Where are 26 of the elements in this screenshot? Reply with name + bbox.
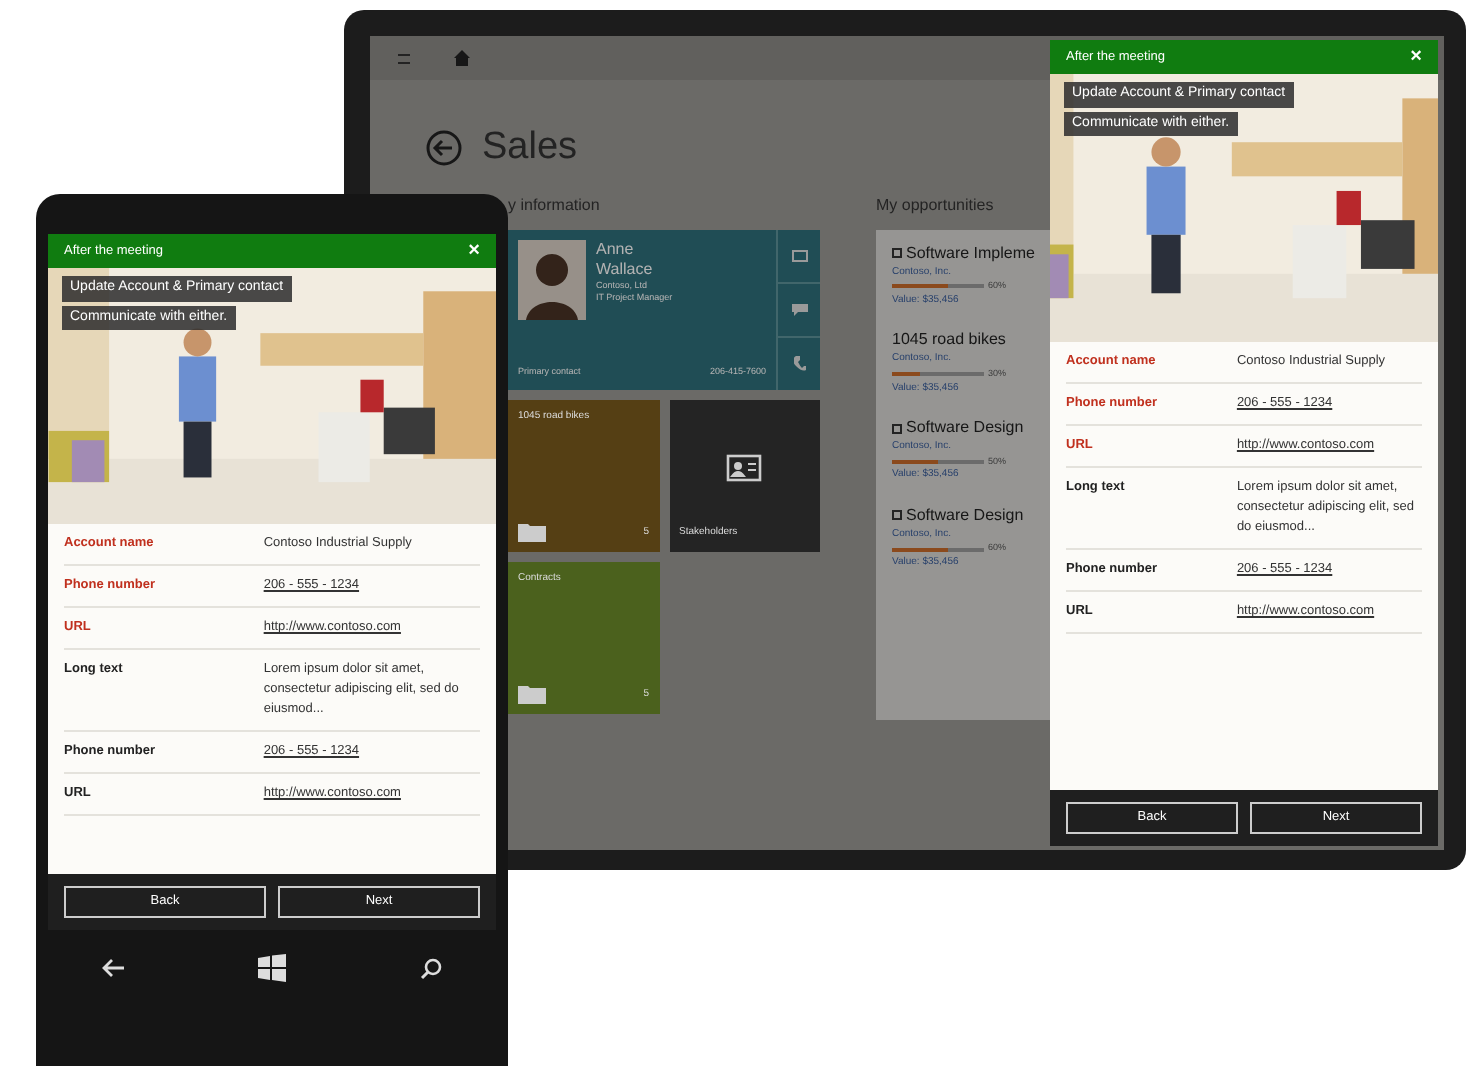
page-title: Sales [482, 124, 578, 172]
back-arrow-icon[interactable] [102, 958, 127, 978]
chat-icon[interactable] [791, 303, 807, 315]
section-title: My opportunities [876, 193, 996, 217]
avatar [518, 239, 586, 319]
section-title: y information [508, 193, 602, 217]
back-button-icon[interactable] [426, 130, 462, 167]
folder-icon [518, 683, 546, 703]
grid-icon [892, 248, 902, 258]
opportunity-title[interactable]: Software Design [906, 503, 1024, 528]
phone-icon[interactable] [793, 355, 805, 371]
menu-icon[interactable] [398, 53, 410, 63]
search-icon[interactable] [419, 957, 442, 979]
folder-icon [518, 521, 546, 541]
opportunity-title[interactable]: 1045 road bikes [892, 328, 1006, 353]
contact-name: Anne Wallace [596, 239, 655, 279]
windows-logo-icon[interactable] [258, 954, 287, 982]
home-icon[interactable] [454, 50, 470, 66]
opportunity-title[interactable]: Software Design [906, 416, 1024, 440]
mail-icon[interactable] [791, 249, 807, 261]
opportunity-title[interactable]: Software Impleme [906, 241, 1035, 265]
grid-icon [892, 423, 902, 433]
grid-icon [892, 510, 902, 521]
close-button[interactable]: × [1410, 47, 1422, 67]
close-button[interactable]: × [468, 241, 480, 261]
contact-card-icon [726, 453, 763, 482]
